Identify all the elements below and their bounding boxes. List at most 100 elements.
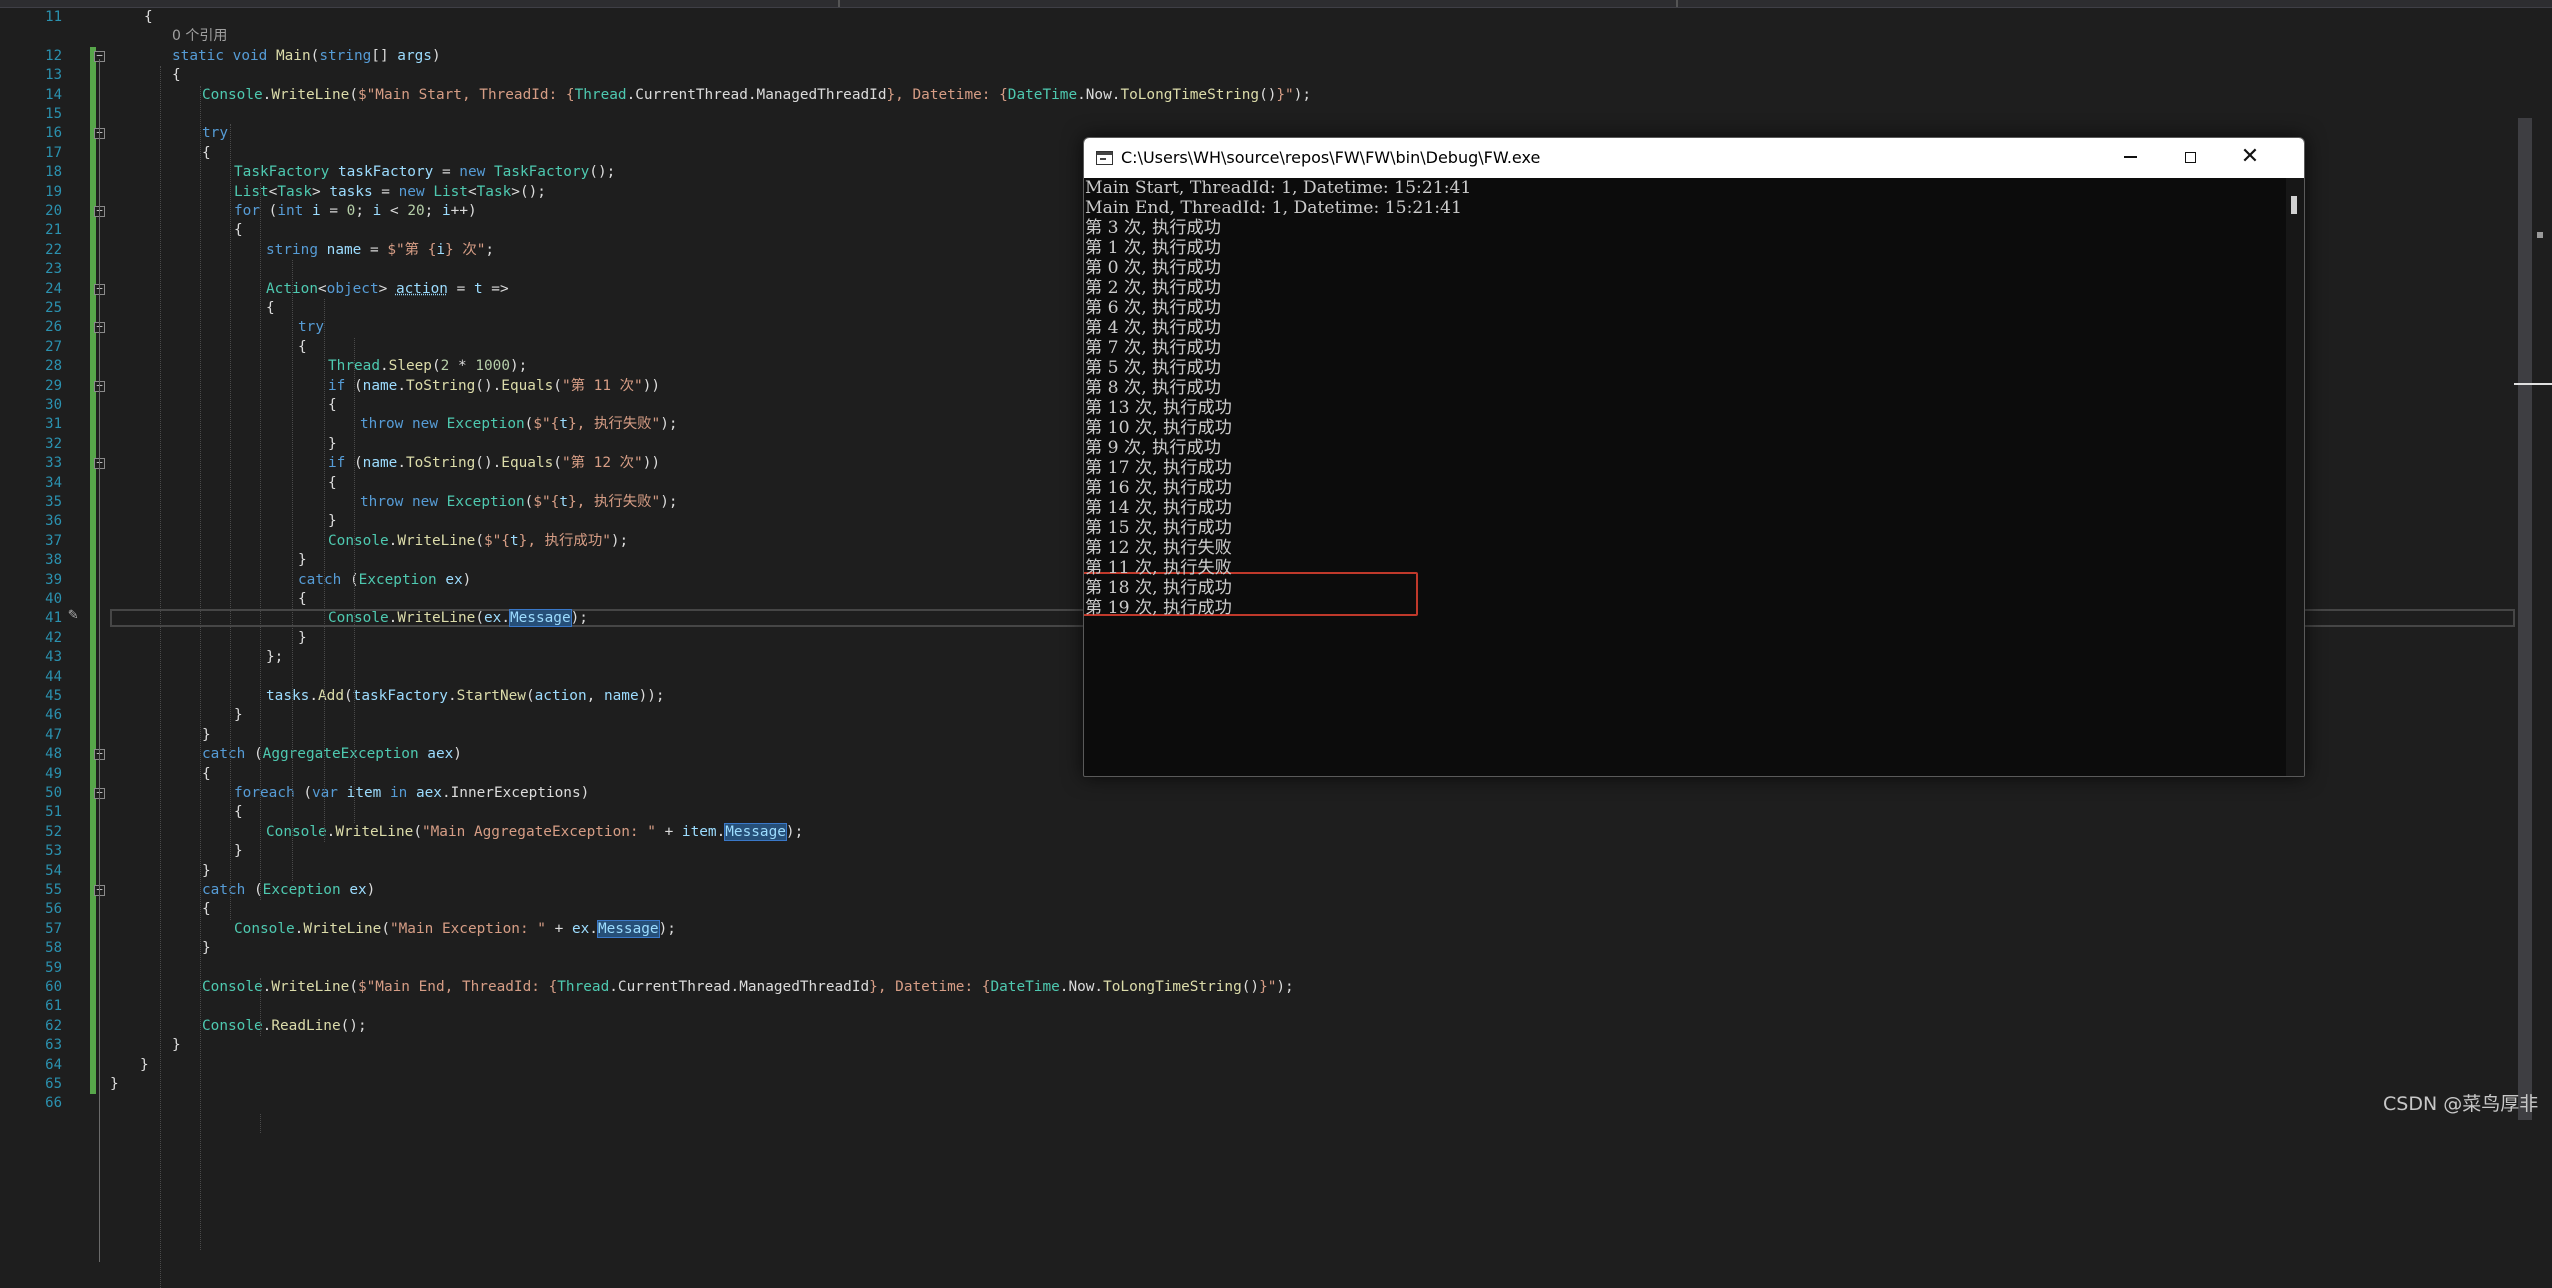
code-line[interactable]: if (name.ToString().Equals("第 11 次")) xyxy=(110,377,660,396)
change-indicator xyxy=(90,66,96,86)
line-number: 58 xyxy=(45,940,62,957)
code-line[interactable]: { xyxy=(110,803,243,822)
code-line[interactable]: { xyxy=(110,474,337,493)
maximize-icon xyxy=(2184,151,2196,163)
code-line[interactable]: throw new Exception($"{t}, 执行失败"); xyxy=(110,415,678,434)
change-indicator xyxy=(90,143,96,164)
line-number: 18 xyxy=(45,164,62,181)
code-line[interactable]: catch (Exception ex) xyxy=(110,881,375,900)
change-indicator xyxy=(90,493,96,513)
line-number: 41 xyxy=(45,610,62,627)
code-line[interactable]: catch (Exception ex) xyxy=(110,571,471,590)
change-indicator xyxy=(90,590,96,610)
code-line[interactable]: Action<object> action = t => xyxy=(110,280,509,299)
console-output-line: 第 3 次, 执行成功 xyxy=(1085,218,1221,238)
code-line[interactable]: Console.ReadLine(); xyxy=(110,1017,367,1036)
code-line[interactable]: throw new Exception($"{t}, 执行失败"); xyxy=(110,493,678,512)
code-line[interactable]: 0 个引用 xyxy=(110,27,227,46)
code-line[interactable]: catch (AggregateException aex) xyxy=(110,745,462,764)
change-indicator xyxy=(90,822,96,843)
line-number: 66 xyxy=(45,1095,62,1112)
code-line[interactable]: Console.WriteLine("Main Exception: " + e… xyxy=(110,919,676,939)
code-line[interactable]: Thread.Sleep(2 * 1000); xyxy=(110,357,527,376)
line-number: 21 xyxy=(45,222,62,239)
code-line[interactable]: { xyxy=(110,66,181,85)
line-number: 26 xyxy=(45,319,62,336)
code-line[interactable]: Console.WriteLine($"Main Start, ThreadId… xyxy=(110,86,1311,105)
change-indicator xyxy=(90,337,96,358)
console-output-line: Main End, ThreadId: 1, Datetime: 15:21:4… xyxy=(1085,198,1462,218)
indent-guide xyxy=(260,182,261,901)
editor-scrollbar[interactable] xyxy=(2518,118,2532,1120)
console-titlebar[interactable]: C:\Users\WH\source\repos\FW\FW\bin\Debug… xyxy=(1084,138,2304,178)
change-indicator xyxy=(90,997,96,1017)
line-number: 32 xyxy=(45,435,62,452)
console-output[interactable]: Main Start, ThreadId: 1, Datetime: 15:21… xyxy=(1084,178,2304,776)
code-line[interactable]: { xyxy=(110,8,153,27)
code-line[interactable]: } xyxy=(110,1056,149,1075)
maximize-button[interactable] xyxy=(2160,138,2220,178)
code-line[interactable]: }; xyxy=(110,648,283,667)
code-line[interactable]: Console.WriteLine("Main AggregateExcepti… xyxy=(110,822,803,842)
code-line[interactable]: } xyxy=(110,842,243,861)
code-line[interactable]: foreach (var item in aex.InnerExceptions… xyxy=(110,784,589,803)
line-number: 59 xyxy=(45,959,62,976)
nav-separator xyxy=(1676,0,1678,7)
editor-navigation-bar xyxy=(0,0,2552,8)
minimize-button[interactable] xyxy=(2100,138,2160,178)
line-number: 54 xyxy=(45,862,62,879)
code-line[interactable]: } xyxy=(110,629,307,648)
references-codelens[interactable]: 0 个引用 xyxy=(172,28,227,44)
change-indicator xyxy=(90,434,96,455)
code-line[interactable]: { xyxy=(110,299,275,318)
console-scrollbar[interactable] xyxy=(2286,178,2304,776)
code-line[interactable]: } xyxy=(110,1036,181,1055)
line-number: 65 xyxy=(45,1076,62,1092)
line-number: 24 xyxy=(45,280,62,297)
code-line[interactable]: } xyxy=(110,1075,119,1094)
change-indicator xyxy=(90,473,96,493)
indent-guide xyxy=(324,299,325,843)
line-number: 60 xyxy=(45,979,62,995)
code-line[interactable]: if (name.ToString().Equals("第 12 次")) xyxy=(110,454,660,473)
line-number: 33 xyxy=(45,455,62,472)
close-button[interactable]: ✕ xyxy=(2220,138,2280,178)
code-line[interactable]: TaskFactory taskFactory = new TaskFactor… xyxy=(110,163,615,182)
console-scrollbar-thumb[interactable] xyxy=(2291,196,2297,214)
console-output-line: 第 11 次, 执行失败 xyxy=(1085,558,1232,578)
line-number: 55 xyxy=(45,882,62,898)
console-app-icon xyxy=(1096,151,1113,165)
code-line[interactable]: } xyxy=(110,551,307,570)
code-line[interactable]: { xyxy=(110,221,243,240)
line-number-gutter: 1112−13141516−17181920−21222324−2526−272… xyxy=(0,8,110,1262)
scrollbar-annotation-marker xyxy=(2537,232,2543,238)
code-line[interactable]: Console.WriteLine(ex.Message); xyxy=(110,609,588,628)
line-number: 28 xyxy=(45,358,62,375)
code-line[interactable]: } xyxy=(110,512,337,531)
code-line[interactable]: { xyxy=(110,338,307,357)
code-line[interactable]: try xyxy=(110,124,228,143)
watermark: CSDN @菜鸟厚非 xyxy=(2383,1093,2539,1115)
fold-connector xyxy=(99,58,100,1262)
change-indicator xyxy=(90,648,96,668)
code-line[interactable]: List<Task> tasks = new List<Task>(); xyxy=(110,183,546,202)
code-line[interactable]: { xyxy=(110,396,337,415)
console-window[interactable]: C:\Users\WH\source\repos\FW\FW\bin\Debug… xyxy=(1083,137,2305,777)
code-line[interactable]: string name = $"第 {i} 次"; xyxy=(110,241,494,260)
console-output-line: 第 10 次, 执行成功 xyxy=(1085,418,1232,438)
code-line[interactable]: static void Main(string[] args) xyxy=(110,47,441,66)
change-indicator xyxy=(90,570,96,590)
code-line[interactable]: } xyxy=(110,706,243,725)
quick-actions-icon[interactable]: ✎ xyxy=(62,603,84,625)
code-line[interactable]: tasks.Add(taskFactory.StartNew(action, n… xyxy=(110,687,665,706)
line-number: 16 xyxy=(45,125,62,142)
code-line[interactable]: Console.WriteLine($"{t}, 执行成功"); xyxy=(110,532,628,551)
code-line[interactable]: Console.WriteLine($"Main End, ThreadId: … xyxy=(110,978,1294,997)
code-line[interactable]: } xyxy=(110,435,337,454)
line-number: 47 xyxy=(45,726,62,743)
console-output-line: 第 8 次, 执行成功 xyxy=(1085,378,1221,398)
code-line[interactable]: { xyxy=(110,590,307,609)
line-number: 63 xyxy=(45,1037,62,1054)
code-line[interactable]: for (int i = 0; i < 20; i++) xyxy=(110,202,477,221)
line-number: 49 xyxy=(45,765,62,782)
